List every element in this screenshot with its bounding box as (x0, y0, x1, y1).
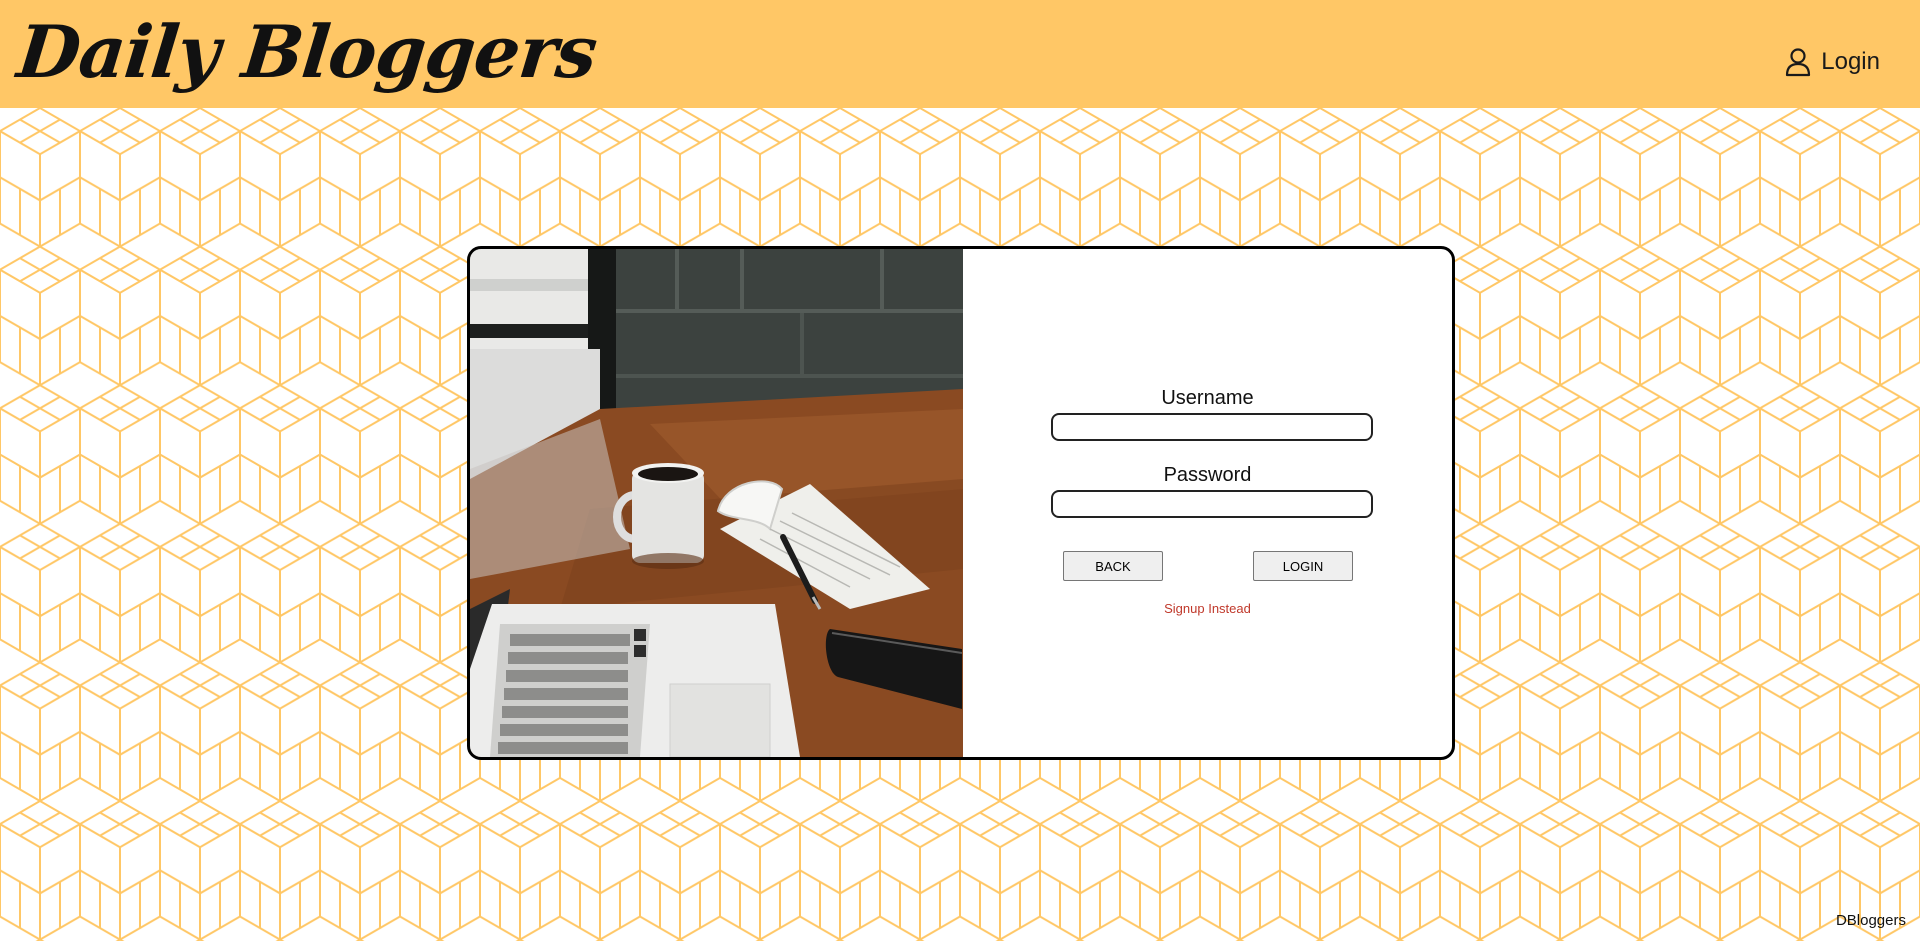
login-button[interactable]: LOGIN (1253, 551, 1353, 581)
password-label: Password (1163, 464, 1252, 486)
footer-brand: DBloggers (1835, 912, 1906, 929)
username-label: Username (1161, 387, 1254, 409)
back-button[interactable]: BACK (1063, 551, 1163, 581)
login-form: Username Password BACK LOGIN Signup Inst… (963, 249, 1452, 757)
user-icon (1785, 47, 1811, 77)
password-input[interactable] (1051, 490, 1373, 518)
brand-logo[interactable]: Daily Bloggers (13, 4, 601, 100)
username-input[interactable] (1051, 413, 1373, 441)
signup-link[interactable]: Signup Instead (963, 601, 1452, 616)
login-card: Username Password BACK LOGIN Signup Inst… (467, 246, 1455, 760)
site-header: Daily Bloggers Login (0, 0, 1920, 108)
nav-login-label: Login (1821, 48, 1880, 75)
nav-login-link[interactable]: Login (1785, 44, 1880, 80)
desk-photo (470, 249, 963, 757)
